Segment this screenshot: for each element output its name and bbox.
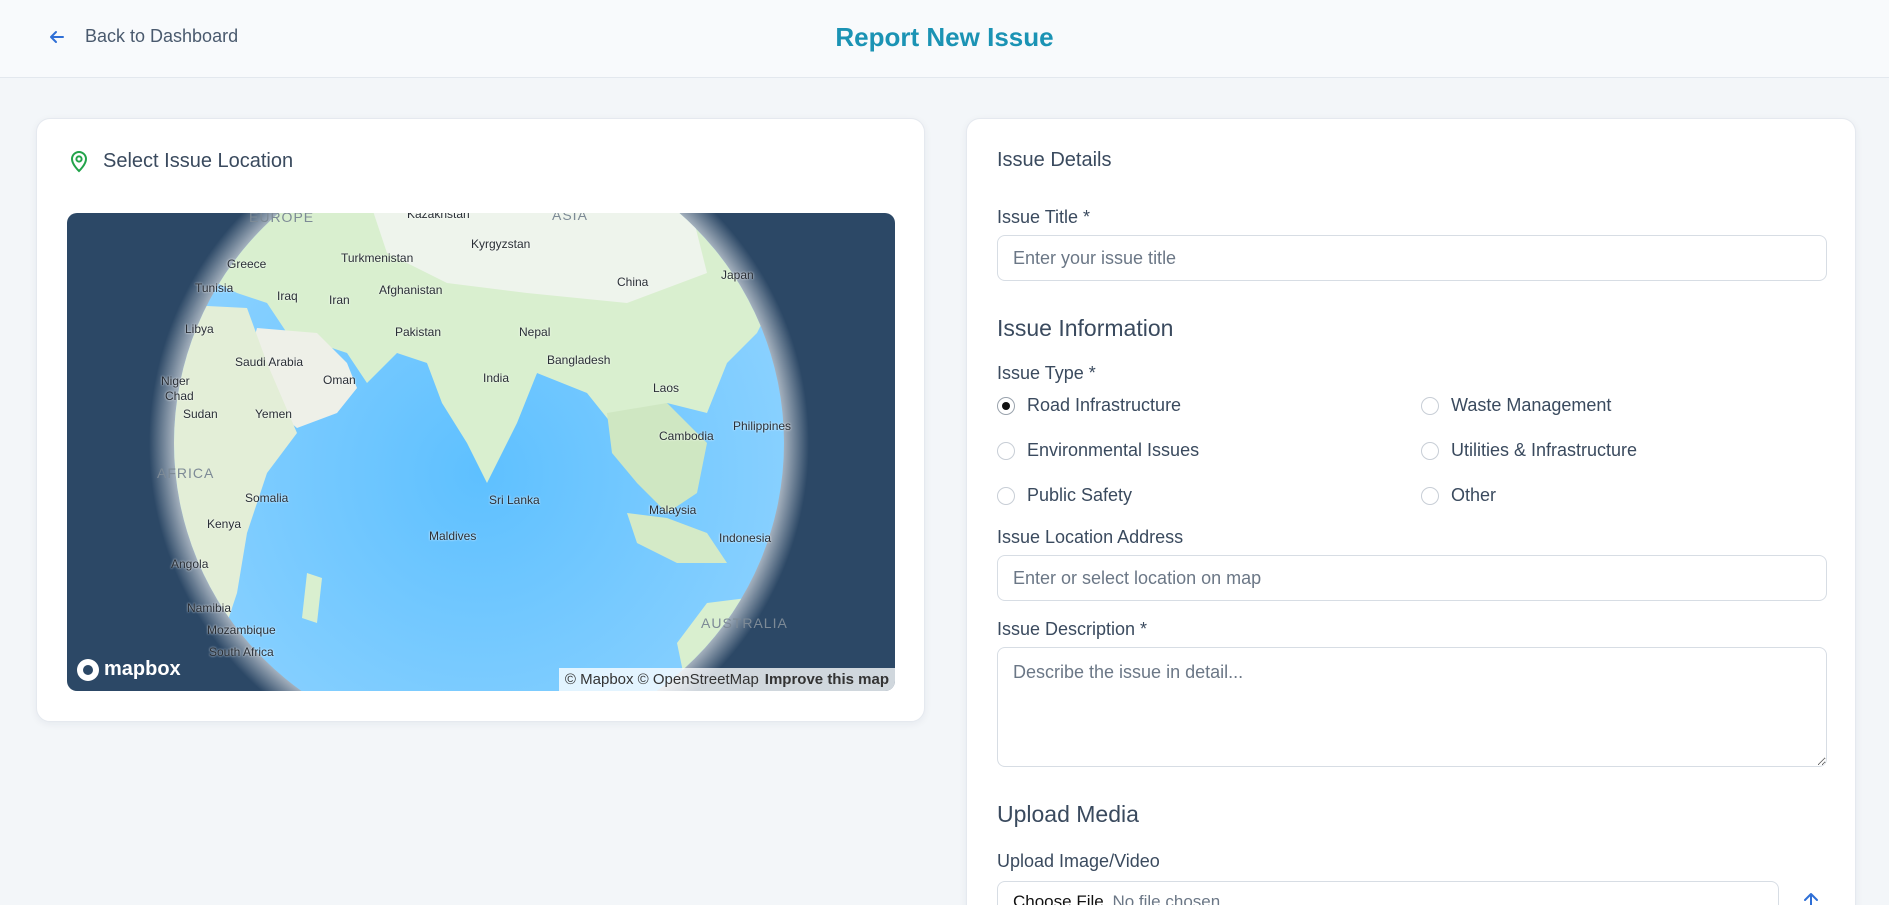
- map-label-africa: AFRICA: [157, 465, 215, 481]
- issue-title-input[interactable]: [997, 235, 1827, 281]
- map-label-libya: Libya: [185, 322, 214, 336]
- mapbox-logo-text: mapbox: [104, 658, 181, 680]
- issue-description-label: Issue Description *: [997, 619, 1148, 639]
- radio-label: Utilities & Infrastructure: [1451, 440, 1638, 460]
- map-label-afghanistan: Afghanistan: [379, 283, 443, 297]
- issue-type-public-safety[interactable]: Public Safety: [997, 485, 1132, 506]
- issue-address-label: Issue Location Address: [997, 527, 1184, 547]
- map-label-turkmenistan: Turkmenistan: [341, 251, 414, 265]
- location-card-title: Select Issue Location: [103, 149, 294, 172]
- mapbox-logo-icon: [77, 658, 99, 681]
- map-label-tunisia: Tunisia: [195, 281, 234, 295]
- location-card: Select Issue Location EUROPE Kazakhstan …: [36, 118, 925, 722]
- map-label-oman: Oman: [323, 373, 356, 387]
- map-label-india: India: [483, 371, 510, 385]
- map-label-yemen: Yemen: [255, 407, 292, 421]
- radio-label: Public Safety: [1027, 485, 1133, 505]
- map-label-sri-lanka: Sri Lanka: [489, 493, 540, 507]
- map-label-greece: Greece: [227, 257, 267, 271]
- radio-waste-management[interactable]: [1421, 396, 1439, 415]
- no-file-text: No file chosen: [1112, 892, 1221, 905]
- issue-type-road-infrastructure[interactable]: Road Infrastructure: [997, 395, 1181, 416]
- radio-label: Waste Management: [1451, 395, 1612, 415]
- map-label-sudan: Sudan: [183, 407, 218, 421]
- radio-label: Environmental Issues: [1027, 440, 1200, 460]
- map-label-nepal: Nepal: [519, 325, 551, 339]
- upload-media-heading: Upload Media: [997, 801, 1139, 827]
- map-label-kenya: Kenya: [207, 517, 242, 531]
- improve-map-link[interactable]: Improve this map: [765, 671, 889, 688]
- radio-label: Road Infrastructure: [1027, 395, 1182, 415]
- map-label-australia: AUSTRALIA: [701, 615, 788, 631]
- upload-icon[interactable]: [1799, 889, 1823, 905]
- map-label-europe: EUROPE: [249, 213, 315, 225]
- map-label-kazakhstan: Kazakhstan: [407, 213, 470, 221]
- map-label-japan: Japan: [721, 268, 754, 282]
- radio-public-safety[interactable]: [997, 486, 1015, 505]
- map-label-pakistan: Pakistan: [395, 325, 442, 339]
- map-label-saudi-arabia: Saudi Arabia: [235, 355, 304, 369]
- file-input[interactable]: Choose File No file chosen: [997, 881, 1779, 905]
- issue-type-other[interactable]: Other: [1421, 485, 1496, 506]
- map-label-niger: Niger: [161, 374, 190, 388]
- page-title: Report New Issue: [835, 22, 1054, 52]
- radio-label: Other: [1451, 485, 1497, 505]
- radio-environmental-issues[interactable]: [997, 441, 1015, 460]
- map-label-kyrgyzstan: Kyrgyzstan: [471, 237, 531, 251]
- map-label-philippines: Philippines: [733, 419, 792, 433]
- issue-details-heading: Issue Details: [997, 149, 1112, 171]
- issue-form-card: Issue Details Issue Title * Issue Inform…: [966, 118, 1856, 905]
- attribution-text[interactable]: © Mapbox © OpenStreetMap: [565, 671, 759, 688]
- map-label-iran: Iran: [329, 293, 350, 307]
- issue-type-label: Issue Type *: [997, 363, 1096, 383]
- map-label-iraq: Iraq: [277, 289, 298, 303]
- issue-description-textarea[interactable]: [997, 647, 1827, 767]
- upload-label: Upload Image/Video: [997, 851, 1160, 871]
- mapbox-logo[interactable]: mapbox: [77, 658, 181, 681]
- map-pin-icon: [70, 151, 88, 173]
- map-label-indonesia: Indonesia: [719, 531, 772, 545]
- issue-type-environmental-issues[interactable]: Environmental Issues: [997, 440, 1199, 461]
- map-label-somalia: Somalia: [245, 491, 289, 505]
- radio-road-infrastructure[interactable]: [997, 396, 1015, 415]
- map-label-malaysia: Malaysia: [649, 503, 697, 517]
- map-label-china: China: [617, 275, 649, 289]
- map-label-cambodia: Cambodia: [659, 429, 714, 443]
- map-label-bangladesh: Bangladesh: [547, 353, 611, 367]
- map-label-mozambique: Mozambique: [207, 623, 276, 637]
- issue-type-waste-management[interactable]: Waste Management: [1421, 395, 1611, 416]
- issue-type-utilities-infrastructure[interactable]: Utilities & Infrastructure: [1421, 440, 1637, 461]
- radio-utilities-infrastructure[interactable]: [1421, 441, 1439, 460]
- map-label-chad: Chad: [165, 389, 194, 403]
- issue-title-label: Issue Title *: [997, 207, 1091, 227]
- top-bar: Back to Dashboard Report New Issue: [0, 0, 1889, 78]
- issue-information-heading: Issue Information: [997, 315, 1174, 341]
- map-label-angola: Angola: [171, 557, 209, 571]
- radio-other[interactable]: [1421, 486, 1439, 505]
- map-label-south-africa: South Africa: [209, 645, 274, 659]
- map-label-maldives: Maldives: [429, 529, 477, 543]
- location-map[interactable]: EUROPE Kazakhstan ASIA Kyrgyzstan Greece…: [67, 213, 895, 691]
- map-label-laos: Laos: [653, 381, 680, 395]
- issue-address-input[interactable]: [997, 555, 1827, 601]
- map-label-asia: ASIA: [552, 213, 588, 223]
- choose-file-button[interactable]: Choose File: [1013, 892, 1104, 905]
- location-card-header: Select Issue Location: [67, 149, 293, 173]
- map-attribution: © Mapbox © OpenStreetMap Improve this ma…: [558, 668, 895, 691]
- map-label-namibia: Namibia: [187, 601, 232, 615]
